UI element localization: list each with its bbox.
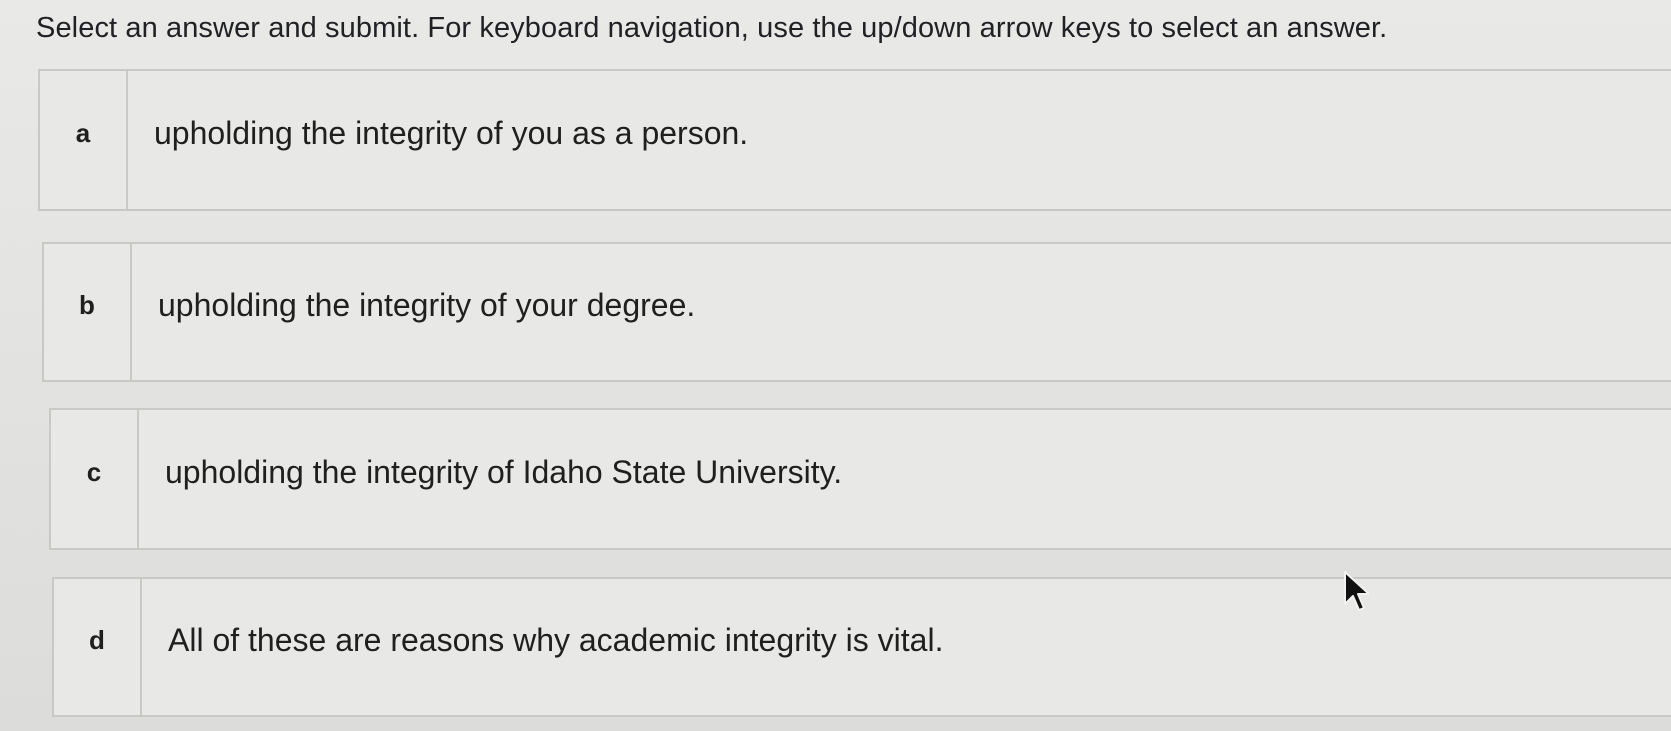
answer-option-c[interactable]: c upholding the integrity of Idaho State… bbox=[49, 408, 1671, 550]
mouse-pointer-icon bbox=[1343, 570, 1373, 614]
option-text: All of these are reasons why academic in… bbox=[168, 621, 944, 658]
answer-option-b[interactable]: b upholding the integrity of your degree… bbox=[42, 242, 1671, 382]
option-text: upholding the integrity of Idaho State U… bbox=[165, 453, 843, 490]
answer-option-d[interactable]: d All of these are reasons why academic … bbox=[52, 577, 1671, 717]
option-letter: b bbox=[44, 244, 132, 380]
answer-options: a upholding the integrity of you as a pe… bbox=[0, 0, 1671, 731]
option-letter: d bbox=[54, 579, 142, 715]
option-letter: a bbox=[40, 71, 128, 209]
option-letter: c bbox=[51, 410, 139, 548]
answer-option-a[interactable]: a upholding the integrity of you as a pe… bbox=[38, 69, 1671, 211]
option-text: upholding the integrity of you as a pers… bbox=[154, 114, 749, 151]
option-text: upholding the integrity of your degree. bbox=[158, 286, 696, 323]
